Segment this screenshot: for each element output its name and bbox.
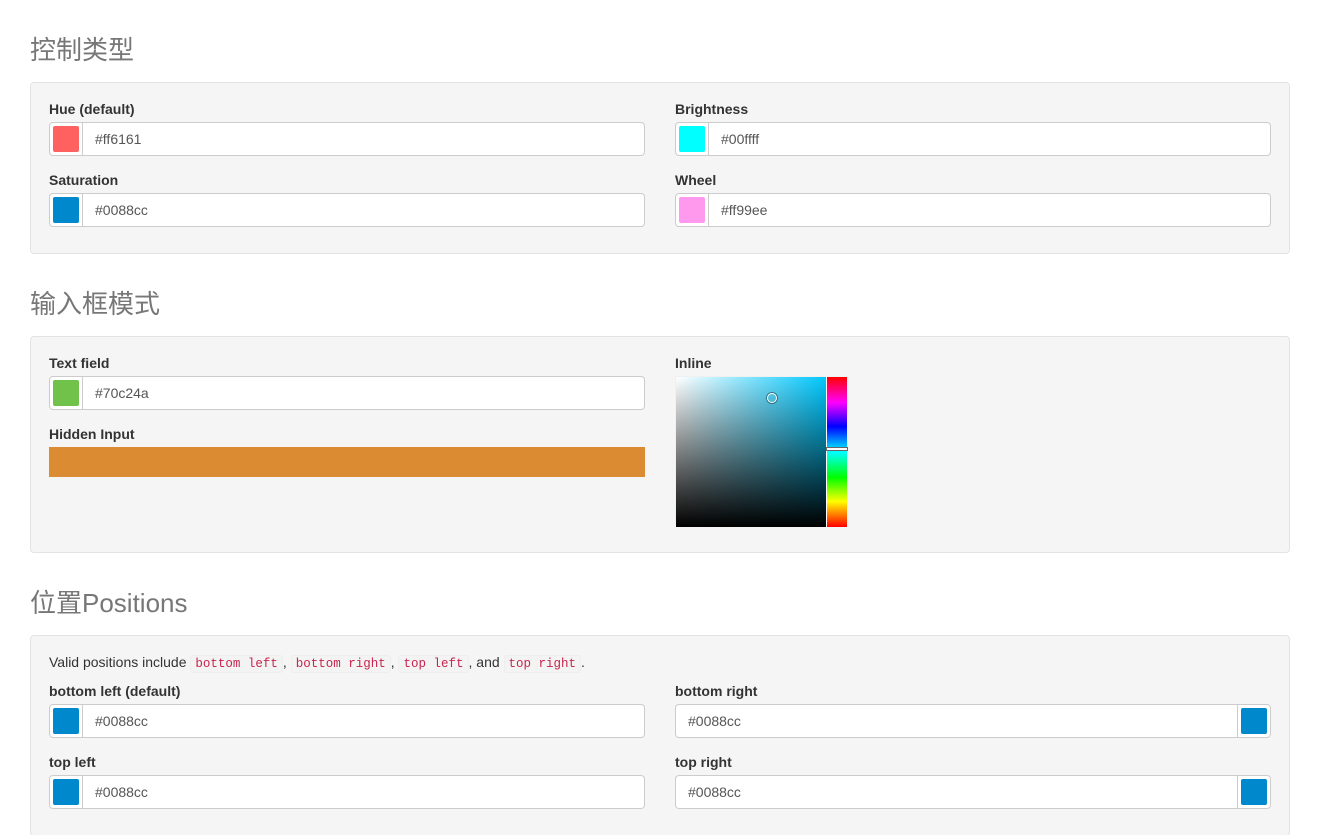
- input-text-field[interactable]: [83, 376, 645, 410]
- label-text-field: Text field: [49, 355, 645, 371]
- panel-positions: Valid positions include bottom left, bot…: [30, 635, 1290, 835]
- label-brightness: Brightness: [675, 101, 1271, 117]
- label-bottom-left: bottom left (default): [49, 683, 645, 699]
- label-wheel: Wheel: [675, 172, 1271, 188]
- swatch-wheel[interactable]: [675, 193, 709, 227]
- section-heading-input-mode: 输入框模式: [30, 284, 1290, 321]
- sv-panel[interactable]: [676, 377, 826, 527]
- label-top-left: top left: [49, 754, 645, 770]
- panel-input-mode: Text field Hidden Input Inline: [30, 336, 1290, 553]
- keyword-bottom-right: bottom right: [291, 655, 391, 673]
- input-bottom-left[interactable]: [83, 704, 645, 738]
- swatch-text-field[interactable]: [49, 376, 83, 410]
- keyword-bottom-left: bottom left: [190, 655, 283, 673]
- positions-help-text: Valid positions include bottom left, bot…: [49, 654, 1271, 671]
- input-saturation[interactable]: [83, 193, 645, 227]
- swatch-bottom-left[interactable]: [49, 704, 83, 738]
- input-bottom-right[interactable]: [675, 704, 1237, 738]
- label-saturation: Saturation: [49, 172, 645, 188]
- swatch-top-right[interactable]: [1237, 775, 1271, 809]
- hue-slider[interactable]: [826, 447, 848, 451]
- input-top-right[interactable]: [675, 775, 1237, 809]
- swatch-top-left[interactable]: [49, 775, 83, 809]
- input-top-left[interactable]: [83, 775, 645, 809]
- swatch-hidden-input[interactable]: [49, 447, 645, 477]
- label-inline: Inline: [675, 355, 1271, 371]
- section-heading-positions: 位置Positions: [30, 583, 1290, 620]
- keyword-top-right: top right: [504, 655, 582, 673]
- swatch-brightness[interactable]: [675, 122, 709, 156]
- inline-color-picker: [675, 376, 848, 526]
- label-top-right: top right: [675, 754, 1271, 770]
- label-hue: Hue (default): [49, 101, 645, 117]
- label-bottom-right: bottom right: [675, 683, 1271, 699]
- swatch-bottom-right[interactable]: [1237, 704, 1271, 738]
- label-hidden-input: Hidden Input: [49, 426, 645, 442]
- hue-panel[interactable]: [827, 377, 847, 527]
- swatch-hue[interactable]: [49, 122, 83, 156]
- panel-control-types: Hue (default) Brightness Saturation: [30, 82, 1290, 254]
- input-wheel[interactable]: [709, 193, 1271, 227]
- sv-cursor[interactable]: [767, 393, 777, 403]
- input-hue[interactable]: [83, 122, 645, 156]
- section-heading-control-types: 控制类型: [30, 30, 1290, 67]
- input-brightness[interactable]: [709, 122, 1271, 156]
- swatch-saturation[interactable]: [49, 193, 83, 227]
- keyword-top-left: top left: [398, 655, 468, 673]
